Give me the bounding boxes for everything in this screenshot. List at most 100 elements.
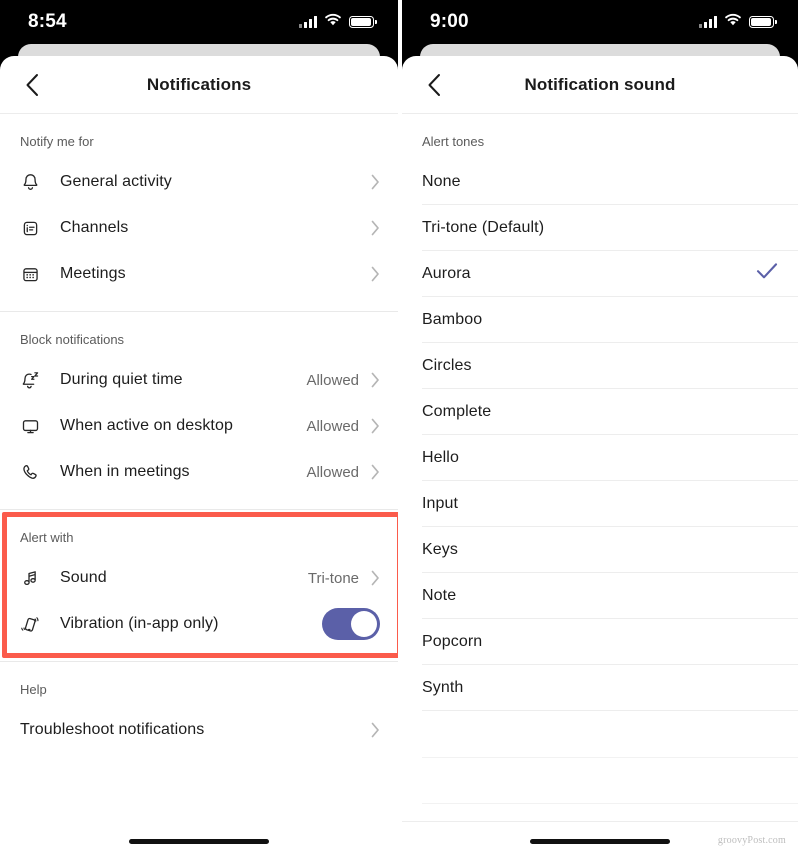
left-nav-bar: Notifications (0, 56, 398, 114)
tone-label: Popcorn (422, 632, 483, 650)
tone-label: Input (422, 494, 459, 512)
home-indicator (129, 839, 269, 844)
watermark: groovyPost.com (717, 835, 786, 846)
chevron-right-icon (371, 722, 380, 738)
tone-row-tri-tone-default[interactable]: Tri-tone (Default) (402, 205, 798, 250)
desktop-monitor-icon (20, 416, 50, 437)
row-label: Sound (60, 569, 107, 586)
row-channels[interactable]: Channels (0, 205, 398, 251)
row-label: Channels (60, 219, 129, 236)
row-troubleshoot-notifications[interactable]: Troubleshoot notifications (0, 707, 398, 753)
status-clock: 9:00 (430, 11, 469, 32)
wifi-icon (324, 13, 342, 31)
row-value: Allowed (306, 463, 359, 481)
row-general-activity[interactable]: General activity (0, 159, 398, 205)
music-note-icon (20, 568, 50, 589)
toggle-knob (351, 611, 377, 637)
bottom-divider (402, 821, 798, 822)
row-label: Vibration (in-app only) (60, 615, 219, 632)
tone-row-none[interactable]: None (402, 159, 798, 204)
tone-row-bamboo[interactable]: Bamboo (402, 297, 798, 342)
section-header-alert-with: Alert with (20, 530, 74, 545)
checkmark-icon (756, 262, 778, 285)
section-header-help: Help (20, 682, 47, 697)
tone-label: Circles (422, 356, 472, 374)
section-header-block-notifications: Block notifications (20, 332, 125, 347)
chevron-right-icon (371, 570, 380, 586)
tone-row-circles[interactable]: Circles (402, 343, 798, 388)
tone-row-aurora[interactable]: Aurora (402, 251, 798, 296)
page-title: Notifications (146, 74, 252, 94)
row-during-quiet-time[interactable]: During quiet time Allowed (0, 357, 398, 403)
status-bar-right: 9:00 (402, 0, 798, 44)
battery-icon (349, 16, 377, 28)
section-header-notify-me-for: Notify me for (20, 134, 94, 149)
row-value: Allowed (306, 371, 359, 389)
calendar-icon (20, 264, 50, 285)
tone-row-synth[interactable]: Synth (402, 665, 798, 710)
alert-tones-list: Alert tones None Tri-tone (Default) Auro… (402, 114, 798, 860)
tone-row-input[interactable]: Input (402, 481, 798, 526)
chevron-right-icon (371, 174, 380, 190)
channels-icon (20, 218, 50, 239)
row-label: Meetings (60, 265, 126, 282)
tone-row-keys[interactable]: Keys (402, 527, 798, 572)
list-filler (402, 711, 798, 757)
chevron-left-icon (25, 73, 39, 97)
tone-label: Bamboo (422, 310, 483, 328)
section-header-alert-tones: Alert tones (422, 134, 485, 149)
tone-row-hello[interactable]: Hello (402, 435, 798, 480)
wifi-icon (724, 13, 742, 31)
tone-label: Aurora (422, 264, 471, 282)
row-when-in-meetings[interactable]: When in meetings Allowed (0, 449, 398, 495)
back-button-notification-sound[interactable] (412, 56, 456, 113)
tone-label: Hello (422, 448, 459, 466)
tone-row-complete[interactable]: Complete (402, 389, 798, 434)
battery-icon (749, 16, 777, 28)
row-label: General activity (60, 173, 172, 190)
tone-label: Keys (422, 540, 458, 558)
tone-row-note[interactable]: Note (402, 573, 798, 618)
left-phone-screen: 8:54 Notifications Notify me for General… (0, 0, 398, 860)
tone-label: None (422, 172, 461, 190)
screenshot-stage: 8:54 Notifications Notify me for General… (0, 0, 800, 860)
tone-row-popcorn[interactable]: Popcorn (402, 619, 798, 664)
signal-bars-icon (699, 16, 717, 28)
status-icon-group (699, 13, 777, 31)
row-value-sound: Tri-tone (307, 569, 359, 587)
tone-label: Tri-tone (Default) (422, 218, 545, 236)
chevron-left-icon (427, 73, 441, 97)
bell-sleep-icon (20, 370, 50, 391)
right-phone-screen: 9:00 Notification sound Alert tones None… (402, 0, 798, 860)
row-value: Allowed (306, 417, 359, 435)
page-title: Notification sound (524, 74, 676, 94)
list-filler (402, 758, 798, 803)
back-button-notifications[interactable] (10, 56, 54, 113)
row-label: When active on desktop (60, 417, 233, 434)
status-icon-group (299, 13, 377, 31)
row-meetings[interactable]: Meetings (0, 251, 398, 297)
tone-label: Note (422, 586, 457, 604)
tone-label: Complete (422, 402, 492, 420)
tone-label: Synth (422, 678, 464, 696)
chevron-right-icon (371, 266, 380, 282)
row-label: During quiet time (60, 371, 183, 388)
row-when-active-on-desktop[interactable]: When active on desktop Allowed (0, 403, 398, 449)
phone-call-icon (20, 462, 50, 483)
list-divider (422, 803, 798, 804)
left-settings-list: Notify me for General activity Channels (0, 114, 398, 860)
vibration-icon (20, 614, 50, 635)
signal-bars-icon (299, 16, 317, 28)
row-sound[interactable]: Sound Tri-tone (0, 555, 398, 601)
chevron-right-icon (371, 464, 380, 480)
vibration-toggle[interactable] (322, 608, 380, 640)
left-sheet: Notifications Notify me for General acti… (0, 56, 398, 860)
chevron-right-icon (371, 418, 380, 434)
row-label: When in meetings (60, 463, 190, 480)
home-indicator (530, 839, 670, 844)
chevron-right-icon (371, 372, 380, 388)
row-label: Troubleshoot notifications (20, 721, 205, 738)
row-vibration[interactable]: Vibration (in-app only) (0, 601, 398, 647)
